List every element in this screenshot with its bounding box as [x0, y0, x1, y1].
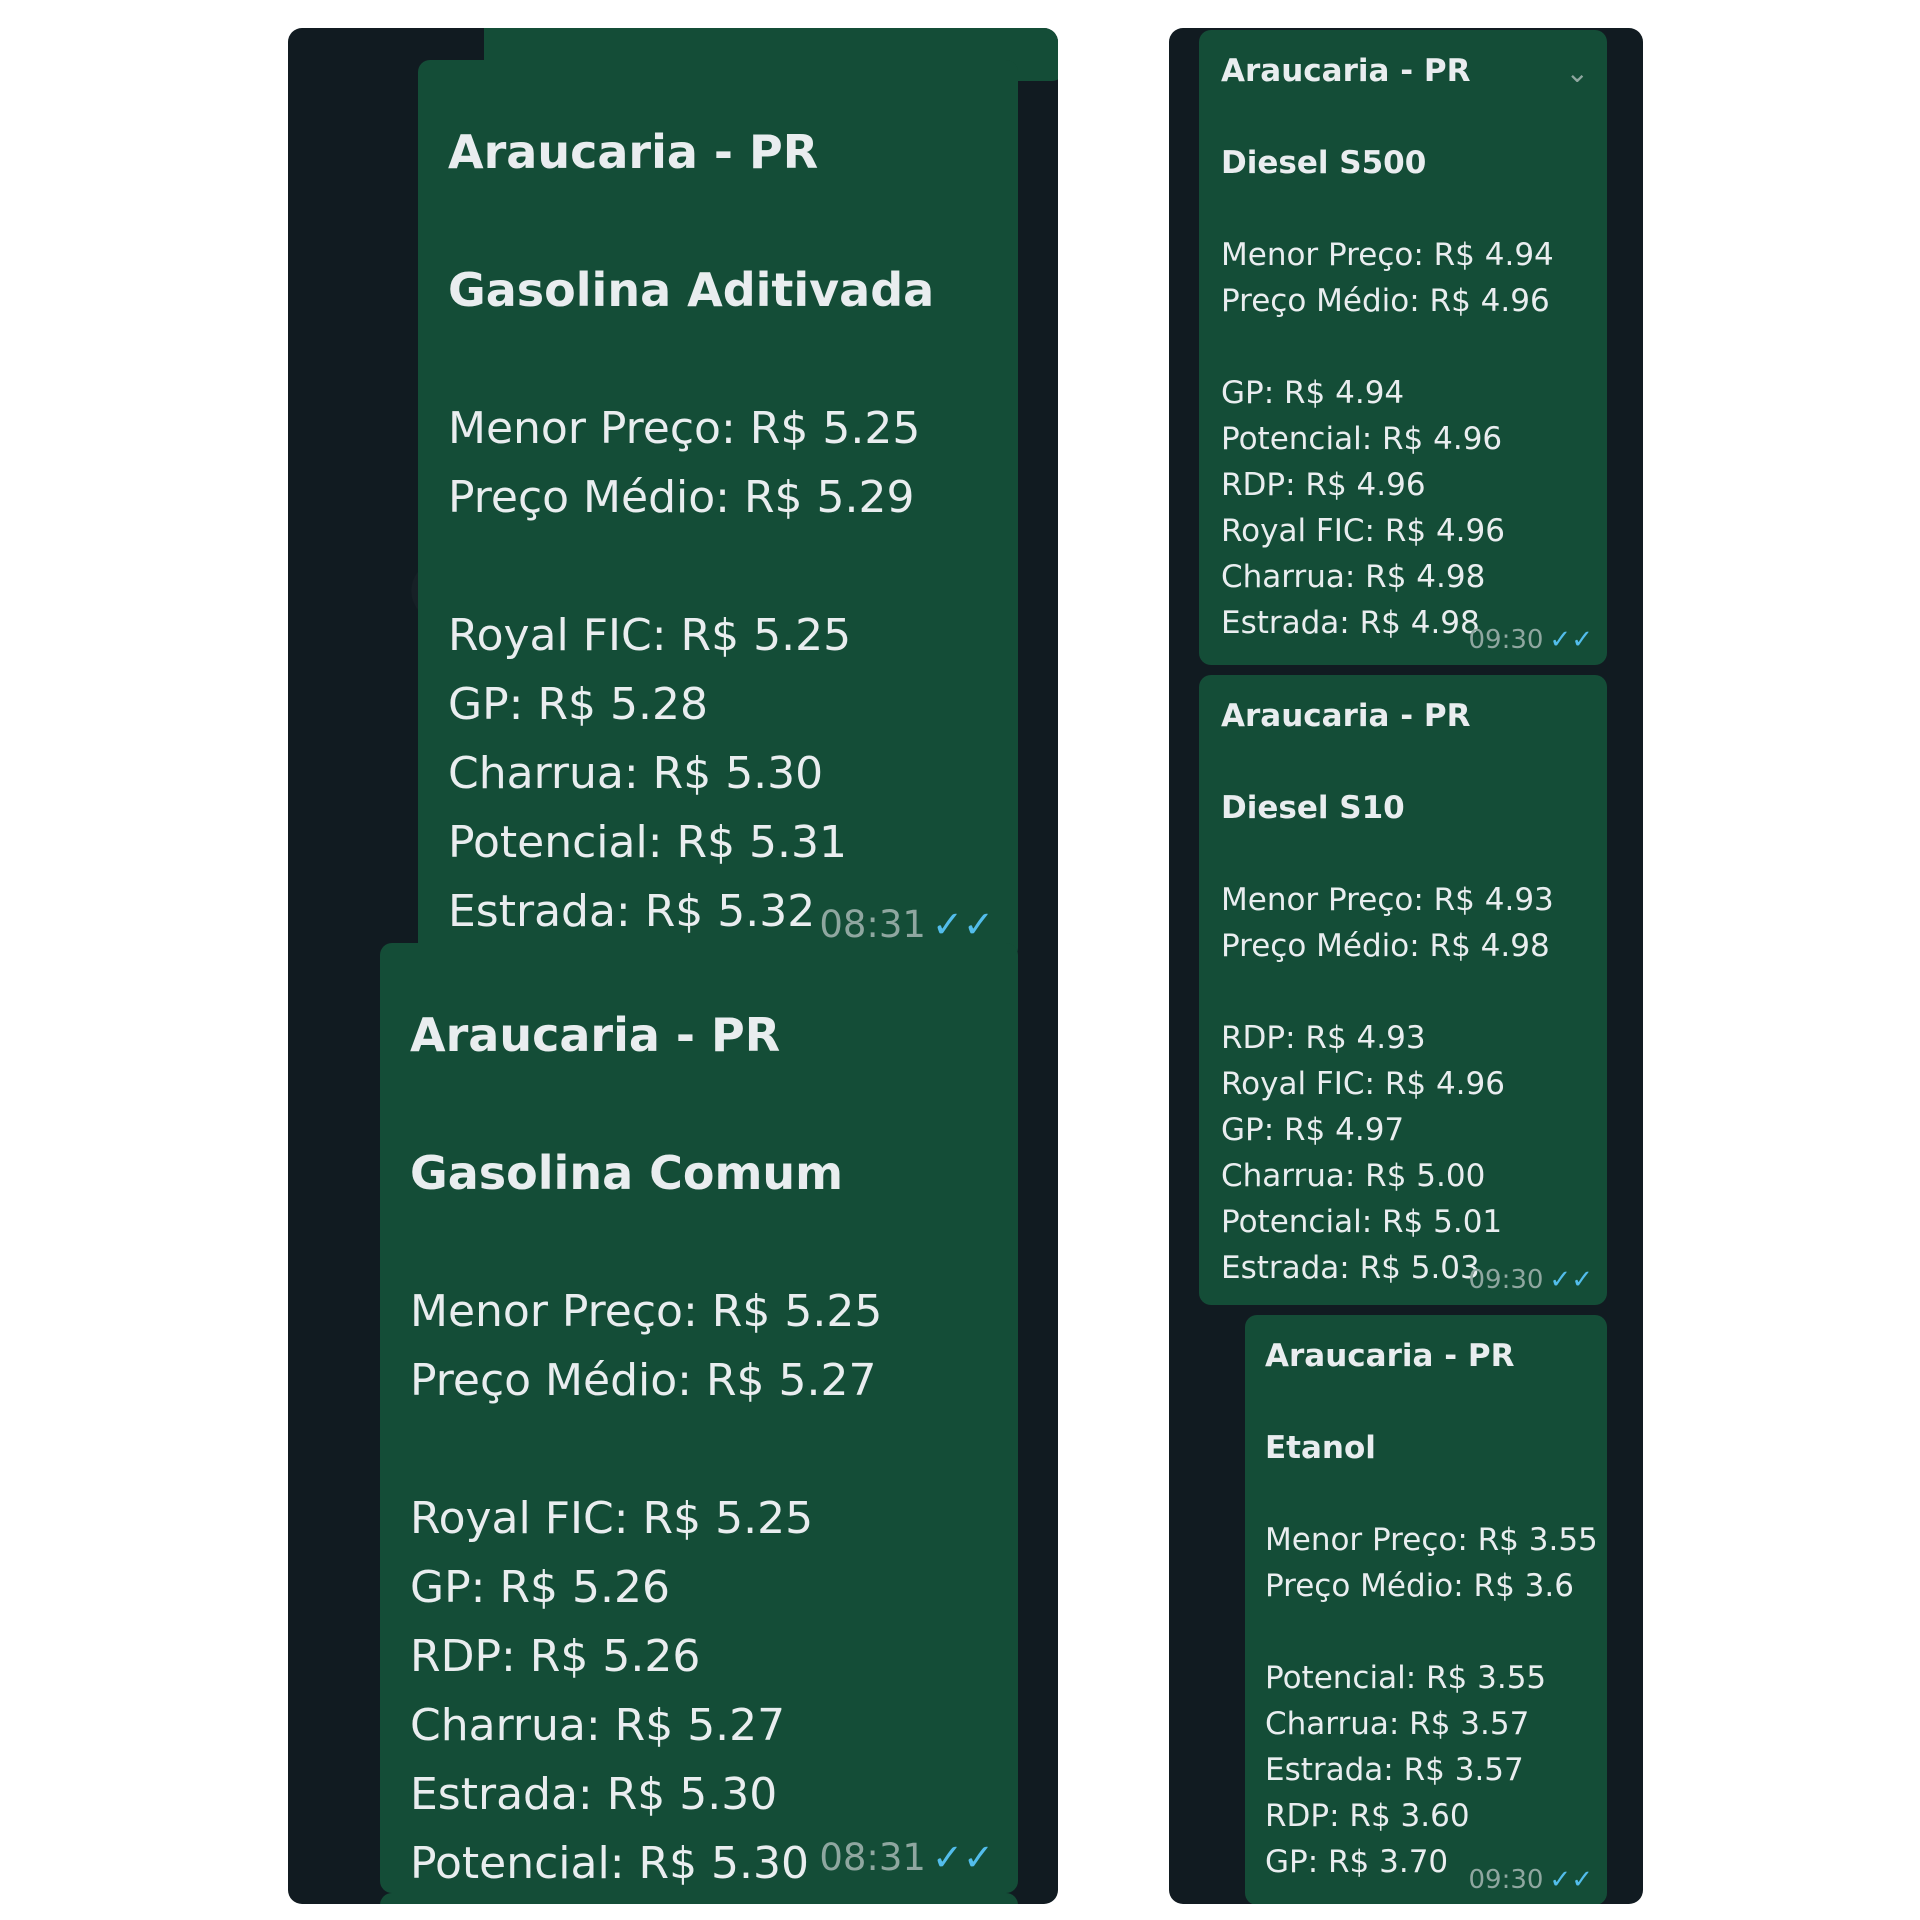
station-price: Estrada: R$ 3.57: [1265, 1752, 1524, 1788]
average-price: Preço Médio: R$ 4.96: [1221, 283, 1550, 319]
message-time: 09:30: [1468, 1865, 1544, 1895]
station-price: GP: R$ 5.26: [410, 1562, 670, 1613]
station-price: Potencial: R$ 4.96: [1221, 421, 1503, 457]
read-ticks-icon: ✓✓: [1549, 1865, 1593, 1895]
station-price: Royal FIC: R$ 5.25: [410, 1493, 814, 1544]
station-price: GP: R$ 4.97: [1221, 1112, 1405, 1148]
station-price: RDP: R$ 5.26: [410, 1631, 701, 1682]
station-price: Charrua: R$ 5.00: [1221, 1158, 1486, 1194]
message-time: 08:31: [819, 903, 926, 946]
lowest-price: Menor Preço: R$ 4.94: [1221, 237, 1554, 273]
average-price: Preço Médio: R$ 5.29: [448, 472, 915, 523]
lowest-price: Menor Preço: R$ 5.25: [410, 1286, 883, 1337]
message-time: 09:30: [1468, 625, 1544, 655]
message-bubble-gasolina-comum[interactable]: Araucaria - PR Gasolina Comum Menor Preç…: [380, 943, 1018, 1893]
station-price: GP: R$ 4.94: [1221, 375, 1405, 411]
message-bubble-gasolina-aditivada[interactable]: Araucaria - PR Gasolina Aditivada Menor …: [418, 60, 1018, 960]
station-price: Royal FIC: R$ 4.96: [1221, 513, 1505, 549]
station-price: Potencial: R$ 5.01: [1221, 1204, 1503, 1240]
message-meta: 09:30 ✓✓: [1468, 1265, 1593, 1295]
message-meta: 09:30 ✓✓: [1468, 1865, 1593, 1895]
lowest-price: Menor Preço: R$ 4.93: [1221, 882, 1554, 918]
station-price: RDP: R$ 4.93: [1221, 1020, 1426, 1056]
chat-panel-left[interactable]: Araucaria - PR Gasolina Aditivada Menor …: [288, 28, 1058, 1904]
message-title: Araucaria - PR: [1265, 1338, 1515, 1374]
product-name: Diesel S500: [1221, 145, 1427, 181]
message-meta: 08:31 ✓✓: [819, 1836, 994, 1879]
message-bubble-diesel-s10[interactable]: Araucaria - PR Diesel S10 Menor Preço: R…: [1199, 675, 1607, 1305]
chevron-down-icon[interactable]: ⌄: [1566, 56, 1589, 89]
message-bubble-etanol[interactable]: Araucaria - PR Etanol Menor Preço: R$ 3.…: [1245, 1315, 1607, 1904]
station-price: Charrua: R$ 3.57: [1265, 1706, 1530, 1742]
read-ticks-icon: ✓✓: [931, 1836, 994, 1879]
station-price: Charrua: R$ 4.98: [1221, 559, 1486, 595]
message-title: Araucaria - PR: [410, 1008, 781, 1062]
station-price: Royal FIC: R$ 4.96: [1221, 1066, 1505, 1102]
average-price: Preço Médio: R$ 5.27: [410, 1355, 877, 1406]
lowest-price: Menor Preço: R$ 5.25: [448, 403, 921, 454]
lowest-price: Menor Preço: R$ 3.55: [1265, 1522, 1598, 1558]
message-time: 09:30: [1468, 1265, 1544, 1295]
station-price: Potencial: R$ 3.55: [1265, 1660, 1547, 1696]
message-bubble-diesel-s500[interactable]: ⌄ Araucaria - PR Diesel S500 Menor Preço…: [1199, 30, 1607, 665]
product-name: Gasolina Aditivada: [448, 263, 935, 317]
message-meta: 08:31 ✓✓: [819, 903, 994, 946]
product-name: Diesel S10: [1221, 790, 1405, 826]
station-price: Estrada: R$ 5.30: [410, 1769, 778, 1820]
message-time: 08:31: [819, 1836, 926, 1879]
station-price: RDP: R$ 4.96: [1221, 467, 1426, 503]
station-price: Charrua: R$ 5.27: [410, 1700, 786, 1751]
read-ticks-icon: ✓✓: [1549, 1265, 1593, 1295]
station-price: GP: R$ 5.28: [448, 679, 708, 730]
station-price: Potencial: R$ 5.31: [448, 817, 848, 868]
read-ticks-icon: ✓✓: [931, 903, 994, 946]
message-title: Araucaria - PR: [448, 125, 819, 179]
product-name: Etanol: [1265, 1430, 1376, 1466]
station-price: RDP: R$ 3.60: [1265, 1798, 1470, 1834]
message-title: Araucaria - PR: [1221, 698, 1471, 734]
chat-panel-right[interactable]: ⌄ Araucaria - PR Diesel S500 Menor Preço…: [1169, 28, 1643, 1904]
product-name: Gasolina Comum: [410, 1146, 844, 1200]
read-ticks-icon: ✓✓: [1549, 625, 1593, 655]
station-price: Royal FIC: R$ 5.25: [448, 610, 852, 661]
average-price: Preço Médio: R$ 4.98: [1221, 928, 1550, 964]
average-price: Preço Médio: R$ 3.6: [1265, 1568, 1574, 1604]
message-meta: 09:30 ✓✓: [1468, 625, 1593, 655]
station-price: Charrua: R$ 5.30: [448, 748, 824, 799]
message-title: Araucaria - PR: [1221, 53, 1471, 89]
message-bubble-partial[interactable]: [380, 1893, 1018, 1904]
